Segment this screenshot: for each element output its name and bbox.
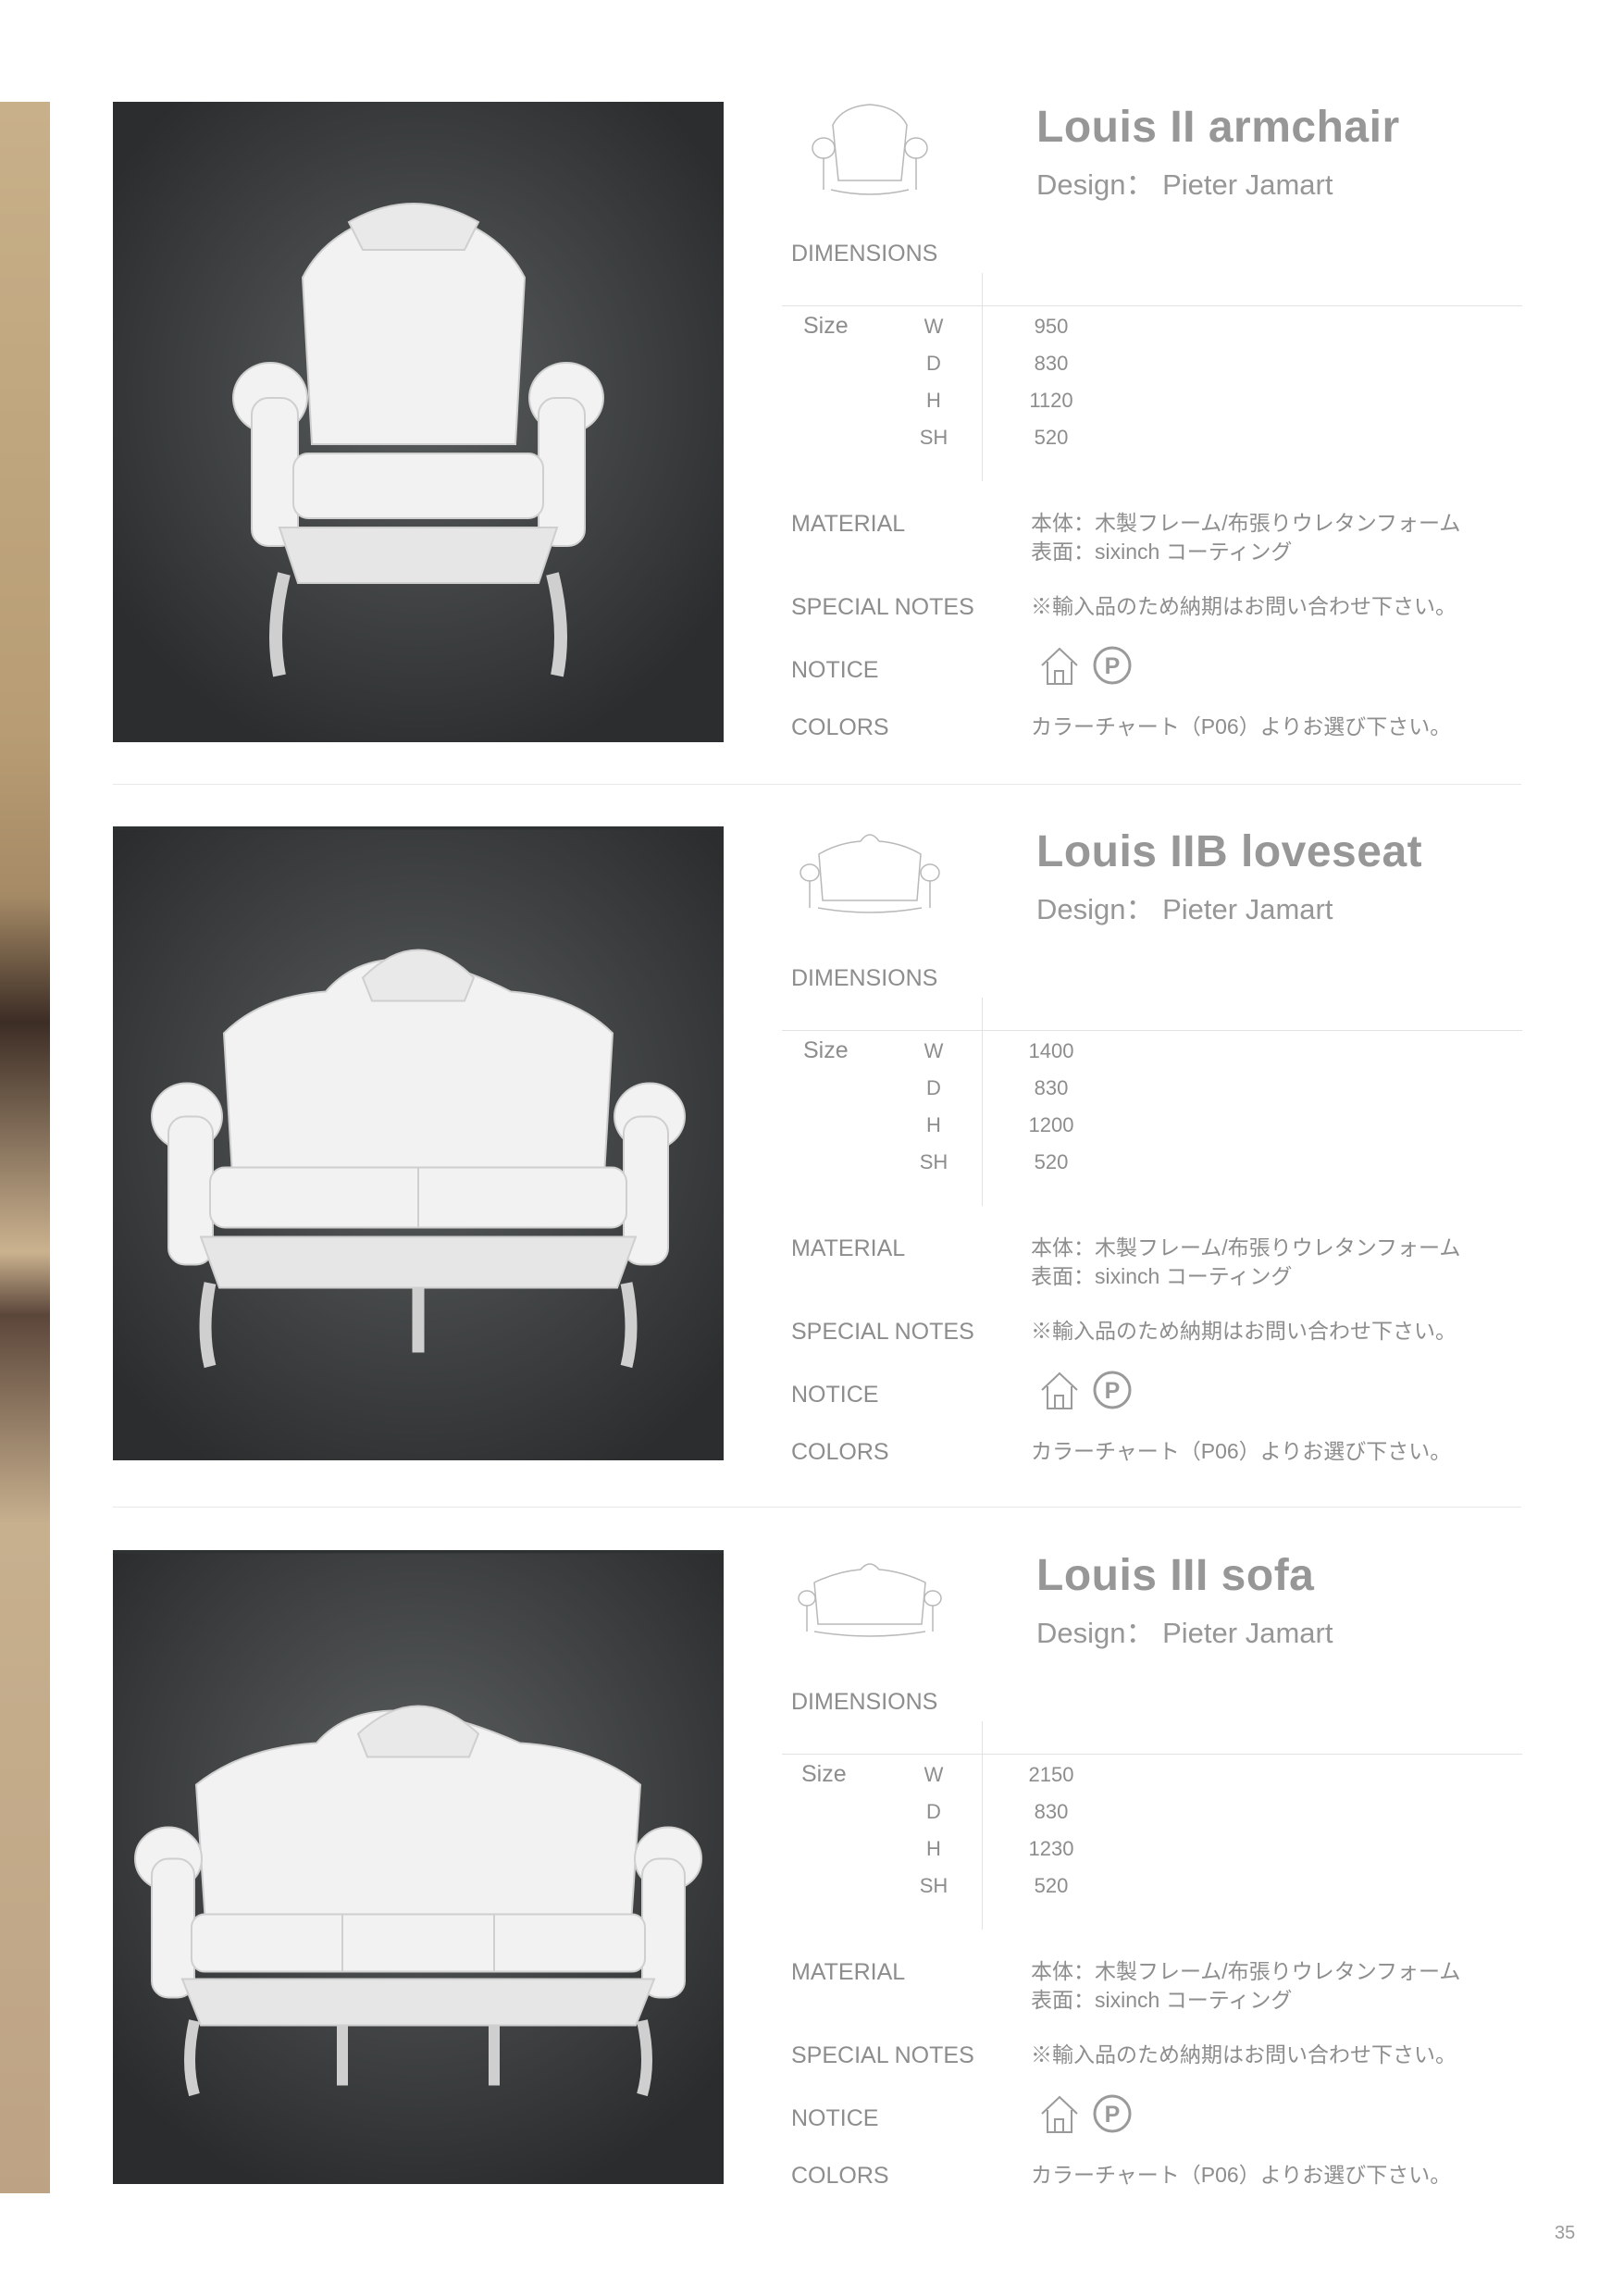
special-notes-text: ※輸入品のため納期はお問い合わせ下さい。: [1031, 594, 1457, 618]
svg-text:P: P: [1105, 2102, 1121, 2128]
special-notes-label: SPECIAL NOTES: [791, 1319, 974, 1345]
notice-label: NOTICE: [791, 1382, 879, 1408]
axis-w: W: [924, 1039, 944, 1062]
axis-sh: SH: [919, 1874, 948, 1897]
size-sh-value: 520: [1034, 1150, 1069, 1173]
size-w-value: 950: [1034, 315, 1069, 338]
designer-credit: Design： Pieter Jamart: [1036, 168, 1333, 201]
indoor-house-icon: [1041, 1371, 1078, 1409]
product-title: Louis IIB loveseat: [1036, 827, 1423, 876]
sofa-illustration: [113, 1553, 724, 2184]
size-w-value: 2150: [1028, 1763, 1074, 1786]
size-d-value: 830: [1034, 352, 1069, 375]
size-h-value: 1120: [1029, 389, 1073, 412]
special-notes-text: ※輸入品のため納期はお問い合わせ下さい。: [1031, 2042, 1457, 2066]
designer-credit: Design： Pieter Jamart: [1036, 893, 1333, 925]
size-d-value: 830: [1034, 1076, 1069, 1099]
notice-icons: P: [1041, 1371, 1132, 1409]
axis-d: D: [926, 1800, 941, 1823]
dimensions-divider: [982, 273, 983, 481]
material-text: 本体：木製フレーム/布張りウレタンフォーム 表面：sixinch コーティング: [1031, 1234, 1460, 1291]
parking-p-icon: P: [1093, 646, 1132, 685]
product-photo: [113, 1550, 724, 2184]
svg-text:P: P: [1105, 1378, 1121, 1404]
axis-h: H: [926, 389, 941, 412]
axis-w: W: [924, 1763, 944, 1786]
size-d-value: 830: [1034, 1800, 1069, 1823]
size-w-value: 1400: [1028, 1039, 1074, 1062]
colors-text: カラーチャート（P06）よりお選び下さい。: [1031, 1439, 1452, 1463]
material-line-2: 表面：sixinch コーティング: [1031, 1264, 1293, 1288]
sofa-outline-icon: [798, 1563, 942, 1637]
armchair-outline-icon: [812, 104, 928, 195]
axis-h: H: [926, 1837, 941, 1860]
notice-label: NOTICE: [791, 2105, 879, 2131]
material-line-1: 本体：木製フレーム/布張りウレタンフォーム: [1031, 1235, 1461, 1260]
colors-label: COLORS: [791, 714, 889, 740]
dimensions-divider: [982, 1721, 983, 1930]
notice-icons: P: [1041, 646, 1132, 685]
special-notes-label: SPECIAL NOTES: [791, 594, 974, 620]
page-number: 35: [1555, 2223, 1576, 2243]
material-line-1: 本体：木製フレーム/布張りウレタンフォーム: [1031, 1959, 1461, 1983]
dimensions-rule: [782, 1030, 1522, 1031]
colors-label: COLORS: [791, 2163, 889, 2189]
special-notes-label: SPECIAL NOTES: [791, 2042, 974, 2068]
size-label: Size: [801, 1761, 847, 1787]
material-label: MATERIAL: [791, 511, 906, 537]
material-text: 本体：木製フレーム/布張りウレタンフォーム 表面：sixinch コーティング: [1031, 1957, 1460, 2015]
axis-d: D: [926, 352, 941, 375]
special-notes-text: ※輸入品のため納期はお問い合わせ下さい。: [1031, 1319, 1457, 1343]
designer-credit: Design： Pieter Jamart: [1036, 1617, 1333, 1649]
loveseat-illustration: [113, 829, 724, 1460]
size-h-value: 1200: [1028, 1113, 1074, 1136]
product-section: Louis III sofa Design： Pieter Jamart DIM…: [0, 1550, 1624, 2198]
size-sh-value: 520: [1034, 426, 1069, 449]
colors-text: カラーチャート（P06）よりお選び下さい。: [1031, 714, 1452, 738]
dimensions-rule: [782, 305, 1522, 306]
parking-p-icon: P: [1093, 2094, 1132, 2133]
notice-label: NOTICE: [791, 657, 879, 683]
dimensions-label: DIMENSIONS: [791, 965, 938, 991]
axis-w: W: [924, 315, 944, 338]
section-separator: [113, 1507, 1521, 1508]
axis-sh: SH: [919, 1150, 948, 1173]
material-label: MATERIAL: [791, 1959, 906, 1985]
section-separator: [113, 784, 1521, 785]
indoor-house-icon: [1041, 647, 1078, 685]
indoor-house-icon: [1041, 2095, 1078, 2133]
product-photo: [113, 102, 724, 742]
loveseat-outline-icon: [800, 834, 940, 913]
size-label: Size: [803, 1037, 849, 1063]
dimensions-divider: [982, 998, 983, 1206]
armchair-illustration: [113, 102, 724, 742]
parking-p-icon: P: [1093, 1371, 1132, 1409]
product-photo: [113, 826, 724, 1460]
product-section: Louis II armchair Design： Pieter Jamart …: [0, 102, 1624, 750]
material-text: 本体：木製フレーム/布張りウレタンフォーム 表面：sixinch コーティング: [1031, 509, 1460, 566]
material-label: MATERIAL: [791, 1235, 906, 1261]
material-line-2: 表面：sixinch コーティング: [1031, 540, 1293, 564]
material-line-2: 表面：sixinch コーティング: [1031, 1988, 1293, 2012]
product-title: Louis II armchair: [1036, 103, 1400, 152]
axis-sh: SH: [919, 426, 948, 449]
dimensions-label: DIMENSIONS: [791, 241, 938, 267]
product-title: Louis III sofa: [1036, 1551, 1315, 1600]
product-section: Louis IIB loveseat Design： Pieter Jamart…: [0, 826, 1624, 1474]
size-label: Size: [803, 313, 849, 339]
size-sh-value: 520: [1034, 1874, 1069, 1897]
colors-label: COLORS: [791, 1439, 889, 1465]
dimensions-rule: [782, 1754, 1522, 1755]
material-line-1: 本体：木製フレーム/布張りウレタンフォーム: [1031, 511, 1461, 535]
axis-h: H: [926, 1113, 941, 1136]
axis-d: D: [926, 1076, 941, 1099]
notice-icons: P: [1041, 2094, 1132, 2133]
size-h-value: 1230: [1028, 1837, 1074, 1860]
dimensions-label: DIMENSIONS: [791, 1689, 938, 1715]
colors-text: カラーチャート（P06）よりお選び下さい。: [1031, 2163, 1452, 2187]
svg-text:P: P: [1105, 653, 1121, 679]
